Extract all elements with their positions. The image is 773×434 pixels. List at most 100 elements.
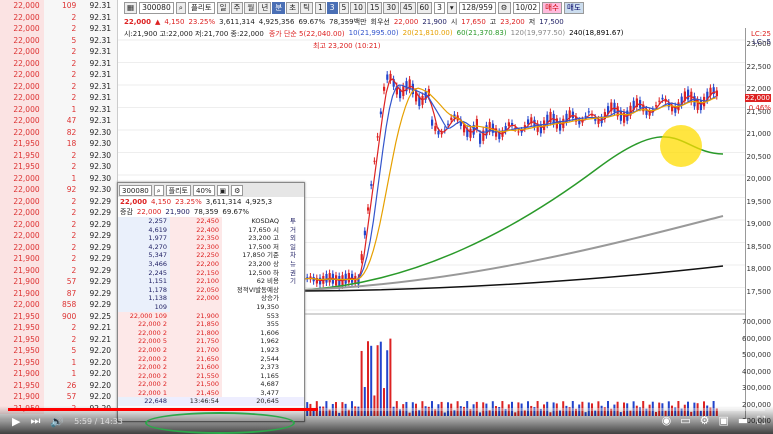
trade-price: 22,000 [0,80,44,92]
trade-row: 22,000 92 92.30 [0,184,117,196]
settings-icon[interactable]: ⚙ [231,184,244,196]
tick-row: 22,000 1 21,450 3,477 [118,388,304,398]
trade-row: 21,900 2 92.29 [0,253,117,265]
trade-qty: 2 [71,150,77,160]
order-book-code[interactable]: 300080 [119,184,152,196]
y-tick-label: 17,500 [746,287,772,296]
trade-rate: 92.20 [89,369,111,378]
trade-price: 21,950 [0,322,44,334]
trade-qty: 2 [71,162,77,171]
play-icon[interactable]: ▶ [12,415,20,428]
side-tab[interactable] [282,294,304,303]
current-price: 22,000 [124,18,152,26]
trade-qty: 82 [66,127,77,137]
interval-button[interactable]: 60 [416,2,433,14]
search-icon[interactable]: ⌕ [153,184,164,196]
side-tab[interactable]: 뉴 [282,260,304,269]
interval-button[interactable]: 45 [399,2,416,14]
ob-cur-b: 21,900 [165,208,190,216]
tick-bid: 21,500 [170,380,222,389]
trade-rate: 92.29 [89,265,111,275]
tick-row: 22,000 5 21,750 1,962 [118,337,304,346]
trade-price: 21,900 [0,391,44,403]
side-tab[interactable]: 거 [282,226,304,235]
tick-bid: 21,450 [170,388,222,398]
ask-row: 5,347 22,250 17,850 기준 차 [118,251,304,260]
autoplay-toggle-icon[interactable]: ◉ [662,414,672,428]
ask-qty: 5,347 [118,251,170,260]
chevron-down-icon[interactable]: ▾ [446,2,457,14]
interval-button[interactable]: 3 [326,2,338,14]
trade-price: 22,000 [0,34,44,46]
interval-button[interactable]: 5 [338,2,350,14]
sell-button[interactable]: 매도 [563,2,584,14]
theater-icon[interactable]: ▬ [738,414,748,428]
trade-rate: 92.29 [89,219,111,229]
tick-qty: 1,923 [260,345,279,354]
interval-button[interactable]: 10 [350,2,366,14]
side-tab[interactable]: 기 [282,277,304,286]
interval-count[interactable]: 3 [434,2,445,14]
side-tab[interactable]: 외 [282,234,304,243]
tick-row: 22,000 2 21,550 1,165 [118,371,304,381]
trade-rate: 92.20 [89,357,111,367]
volume-icon[interactable]: 🔊 [50,415,64,428]
date-field[interactable]: 10/02 [512,2,541,14]
trade-rate: 92.29 [89,277,111,286]
settings-icon[interactable]: ⚙ [700,414,710,428]
period-button[interactable]: 틱 [300,2,313,14]
trade-qty: 2 [71,334,77,344]
period-button[interactable]: 년 [258,2,272,14]
buy-button[interactable]: 매수 [542,2,562,14]
tick-row: 22,000 2 21,600 2,373 [118,363,304,372]
trade-price: 21,950 [0,138,44,150]
candle-body [421,95,424,105]
period-button[interactable]: 월 [244,2,258,14]
trade-row: 21,950 2 92.30 [0,161,117,173]
side-tab[interactable]: 권 [282,269,304,278]
tick-row: 22,000 2 21,650 2,544 [118,354,304,364]
trade-price: 21,900 [0,368,44,380]
y-top-label: LC:25 [750,30,771,38]
search-icon[interactable]: ⌕ [175,2,186,14]
side-tab[interactable] [282,286,304,295]
period-button[interactable]: 초 [286,2,300,14]
tick-price: 22,000 2 [118,345,170,355]
settings-icon[interactable]: ⚙ [497,2,511,14]
ob-prev-label: 증감 [120,208,133,216]
ask-qty: 1,178 [118,285,170,295]
interval-button[interactable]: 15 [366,2,383,14]
period-button[interactable]: 일 [216,2,230,14]
candle-body [363,230,366,236]
trade-rate: 92.29 [89,208,111,217]
subtitles-icon[interactable]: ▭ [680,414,690,428]
ask-price: 22,350 [170,234,222,243]
candle-body [447,123,450,125]
window-icon[interactable]: ▣ [216,184,230,196]
order-book-window[interactable]: 300080 ⌕ 플리토 40% ▣ ⚙ 22,000 4,150 23.25%… [117,182,305,422]
fullscreen-icon[interactable]: ⛶ [757,414,765,428]
ratio-tag: 40% [192,184,215,196]
trade-qty: 2 [71,58,77,68]
trade-row: 22,000 2 92.29 [0,241,117,253]
ob-info: 상승가 [261,294,279,303]
ask-price: 22,150 [170,268,222,278]
chart-icon[interactable]: ▦ [124,2,138,14]
video-progress-bar[interactable] [8,408,765,411]
trade-row: 22,000 2 92.31 [0,23,117,35]
period-button[interactable]: 주 [230,2,244,14]
ask-row: 4,619 22,400 17,650 시거 [118,225,304,235]
ask-list: 2,257 22,450 KOSDAQ 투 4,619 22,400 17,650 시 거 1,… [118,217,304,303]
period-button[interactable]: 분 [272,2,286,14]
interval-button[interactable]: 30 [383,2,399,14]
trade-price: 21,900 [0,264,44,276]
price-axis: 23,000 22,500 22,000 21,500 21,000 20,500 20,0… [742,28,773,425]
interval-button[interactable]: 1 [314,2,326,14]
ask-row: 1,138 22,000 상승가 [118,294,304,303]
side-tab[interactable]: 차 [282,251,304,260]
stock-code-input[interactable]: 300080 [139,2,174,14]
next-icon[interactable]: ⏭ [30,414,40,428]
trade-qty: 5 [71,35,77,45]
miniplayer-icon[interactable]: ▣ [718,414,728,428]
side-tab[interactable]: 투 [282,217,304,226]
